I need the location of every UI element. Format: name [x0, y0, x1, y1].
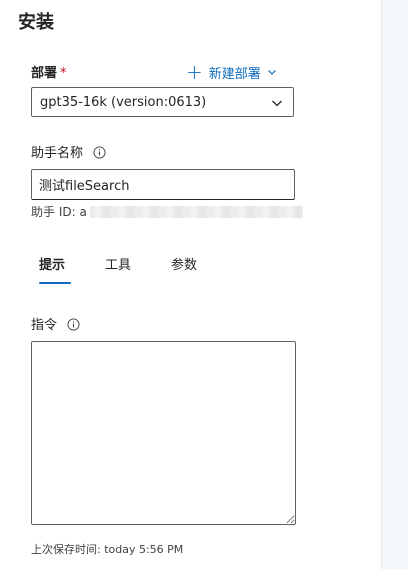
info-icon[interactable] [93, 146, 106, 159]
last-saved-status: 上次保存时间: today 5:56 PM [31, 543, 184, 556]
deployment-label-text: 部署 [31, 66, 58, 81]
instructions-textarea[interactable] [31, 341, 296, 525]
required-mark: * [60, 66, 67, 81]
tab-tools[interactable]: 工具 [97, 254, 139, 284]
assistant-id-redacted [89, 205, 303, 218]
chevron-down-icon [267, 70, 276, 75]
instructions-label: 指令 [31, 314, 80, 333]
plus-icon: + [186, 60, 203, 84]
new-deployment-label: 新建部署 [208, 66, 261, 82]
instructions-label-text: 指令 [31, 318, 58, 333]
tab-prompt[interactable]: 提示 [31, 254, 73, 284]
chevron-down-icon [272, 100, 282, 107]
assistant-name-input[interactable] [31, 169, 295, 200]
assistant-id-label: 助手 ID: a [31, 205, 87, 219]
deployment-select[interactable]: gpt35-16k (version:0613) [31, 87, 294, 117]
deployment-selected-value: gpt35-16k (version:0613) [40, 94, 207, 110]
tab-parameters[interactable]: 参数 [163, 254, 205, 284]
section-title: 安装 [18, 12, 54, 33]
assistant-id: 助手 ID: a [31, 203, 303, 220]
info-icon[interactable] [67, 318, 80, 331]
right-pane-edge [381, 0, 408, 569]
deployment-label: 部署 * [31, 62, 67, 81]
setup-panel: 安装 部署 * + 新建部署 gpt35-16k (version:0613) 助… [0, 0, 381, 569]
tab-bar: 提示 工具 参数 [31, 254, 229, 286]
assistant-name-label-text: 助手名称 [31, 146, 84, 161]
assistant-name-label: 助手名称 [31, 142, 106, 161]
new-deployment-button[interactable]: + 新建部署 [186, 62, 277, 82]
